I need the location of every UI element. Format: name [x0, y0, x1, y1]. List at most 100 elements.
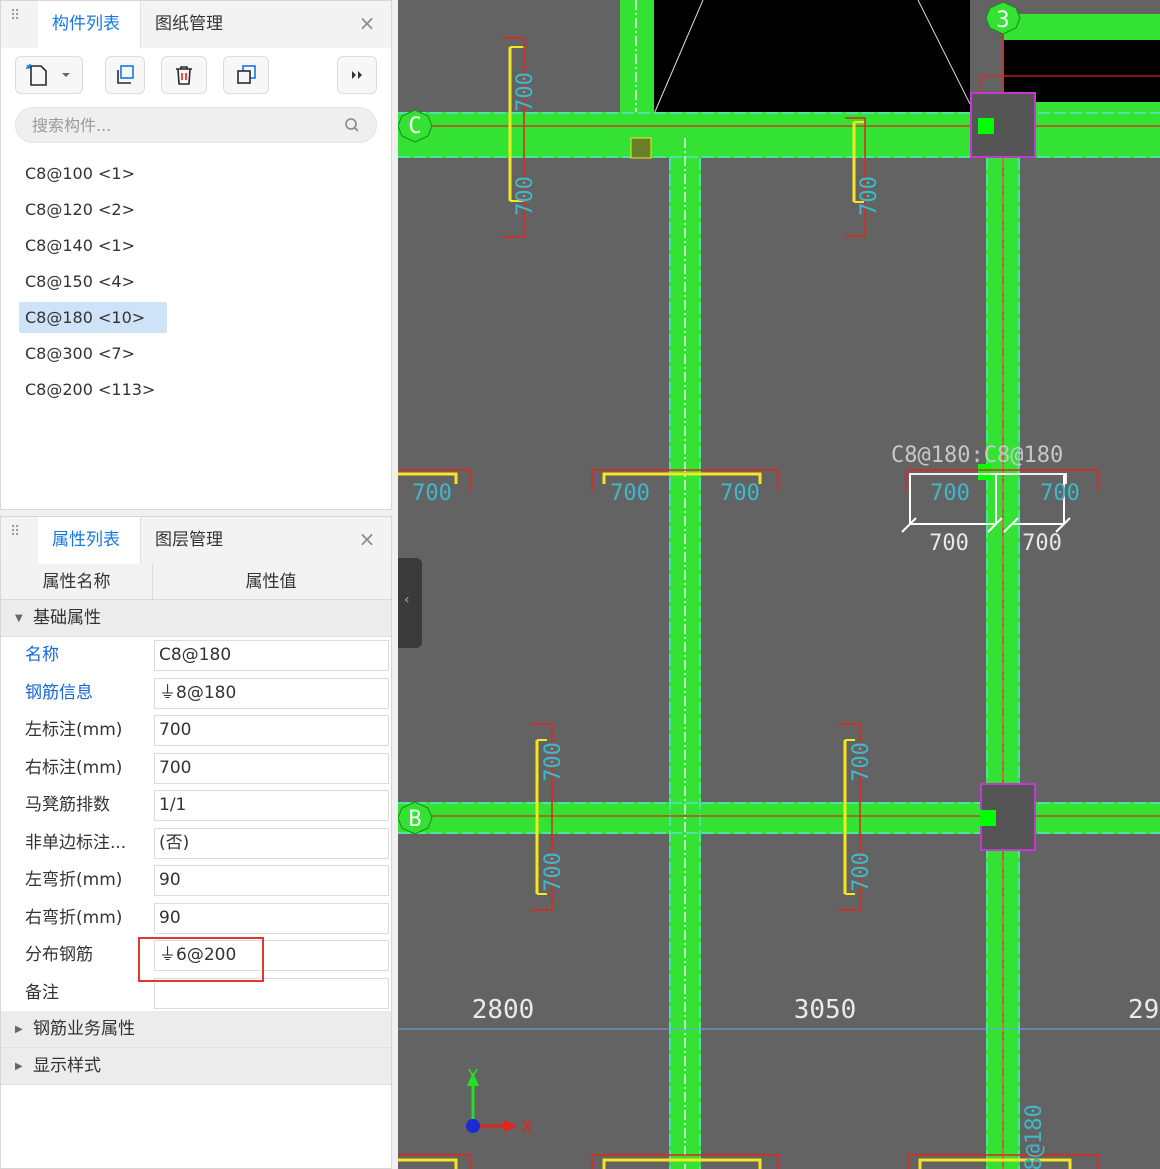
component-list: C8@100 <1> C8@120 <2> C8@140 <1> C8@150 <4>…: [19, 158, 379, 410]
group-display-style[interactable]: ▶ 显示样式: [1, 1048, 391, 1085]
group-label: 显示样式: [33, 1056, 101, 1076]
svg-text:700: 700: [412, 481, 452, 506]
drag-grip-icon[interactable]: ⠿: [10, 525, 20, 551]
svg-text:700: 700: [513, 176, 538, 216]
svg-text:700: 700: [513, 72, 538, 112]
tab-drawing-manage[interactable]: 图纸管理: [141, 1, 237, 48]
svg-text:700: 700: [1040, 481, 1080, 506]
new-component-button[interactable]: [15, 56, 83, 94]
group-label: 钢筋业务属性: [33, 1019, 135, 1039]
property-value-field[interactable]: ⏚8@180: [154, 677, 389, 709]
axis-label-c: C: [408, 114, 421, 139]
ucs-axis-icon: Y X: [466, 1066, 533, 1138]
property-name: 备注: [25, 982, 59, 1003]
header-property-value: 属性值: [245, 572, 297, 592]
property-value-field[interactable]: [154, 977, 389, 1009]
component-panel-tabs: ⠿ 构件列表 图纸管理 ×: [1, 1, 391, 49]
property-name: 钢筋信息: [25, 682, 93, 703]
svg-text:700: 700: [541, 852, 566, 892]
group-basic-properties[interactable]: ▼ 基础属性: [1, 600, 391, 637]
svg-text:700: 700: [849, 852, 874, 892]
grip-point[interactable]: [978, 118, 994, 134]
svg-text:3050: 3050: [794, 995, 857, 1025]
component-list-item[interactable]: C8@100 <1>: [19, 158, 167, 189]
property-name: 名称: [25, 645, 59, 665]
tab-component-list[interactable]: 构件列表: [38, 1, 134, 49]
header-property-name: 属性名称: [1, 564, 153, 600]
drag-grip-icon[interactable]: ⠿: [10, 9, 20, 35]
group-rebar-business[interactable]: ▶ 钢筋业务属性: [1, 1011, 391, 1048]
property-value-field[interactable]: 700: [154, 715, 389, 746]
property-value-field[interactable]: 90: [154, 865, 389, 896]
svg-text:700: 700: [1022, 531, 1062, 556]
copy-icon: [117, 65, 134, 84]
search-icon[interactable]: [344, 117, 360, 133]
component-list-item[interactable]: C8@200 <113>: [19, 374, 167, 405]
search-box: [15, 107, 377, 143]
new-file-icon: [26, 64, 70, 86]
svg-text:700: 700: [720, 481, 760, 506]
property-row: 马凳筋排数 1/1: [1, 787, 391, 825]
svg-text:700: 700: [541, 742, 566, 782]
axis-label-3: 3: [996, 8, 1009, 33]
property-row: 右标注(mm) 700: [1, 750, 391, 788]
svg-text:700: 700: [610, 481, 650, 506]
app-window: ⠿ 构件列表 图纸管理 × 搜索构件... C8@100 <1> C8@120 …: [0, 0, 1160, 1169]
close-icon[interactable]: ×: [357, 529, 377, 549]
property-row: 左弯折(mm) 90: [1, 862, 391, 900]
duplicate-button[interactable]: [223, 56, 269, 94]
tab-property-list[interactable]: 属性列表: [38, 517, 134, 565]
svg-text:2800: 2800: [472, 995, 535, 1025]
svg-text:290: 290: [1128, 995, 1160, 1025]
svg-text:C8@180: C8@180: [1022, 1104, 1047, 1169]
property-name: 右弯折(mm): [25, 907, 123, 928]
opening-area: [654, 0, 970, 114]
grid-dimensions: 2800 3050 290: [472, 995, 1160, 1025]
property-row: 名称 C8@180: [1, 637, 391, 675]
grip-point[interactable]: [980, 810, 996, 826]
svg-text:700: 700: [929, 531, 969, 556]
property-name: 非单边标注...: [25, 832, 127, 853]
property-name: 分布钢筋: [25, 945, 93, 965]
property-value-field[interactable]: 1/1: [154, 790, 389, 821]
copy-button[interactable]: [105, 56, 145, 94]
caret-right-icon: ▶: [15, 1024, 23, 1035]
component-toolbar: [15, 56, 377, 96]
collapse-panel-handle[interactable]: ‹: [398, 558, 422, 648]
property-list-panel: ⠿ 属性列表 图层管理 × 属性名称 属性值 ▼ 基础属性 名称 C8@180 钢筋…: [0, 516, 392, 1169]
svg-text:700: 700: [857, 176, 882, 216]
property-table-header: 属性名称 属性值: [1, 564, 391, 600]
group-label: 基础属性: [33, 608, 101, 628]
delete-button[interactable]: [161, 56, 207, 94]
trash-icon: [176, 66, 192, 85]
caret-down-icon: ▼: [15, 613, 23, 624]
component-list-item[interactable]: C8@140 <1>: [19, 230, 167, 261]
component-list-item[interactable]: C8@150 <4>: [19, 266, 167, 297]
search-input[interactable]: [32, 108, 332, 142]
property-value-field[interactable]: 700: [154, 752, 389, 784]
svg-text:700: 700: [930, 481, 970, 506]
more-button[interactable]: [337, 56, 377, 94]
small-marker: [630, 137, 652, 159]
property-panel-tabs: ⠿ 属性列表 图层管理 ×: [1, 517, 391, 565]
property-value-field[interactable]: (否): [154, 827, 389, 859]
property-value-field[interactable]: 90: [154, 902, 389, 934]
rebar-name-label: C8@180:C8@180: [891, 443, 1063, 468]
property-name: 马凳筋排数: [25, 795, 110, 815]
drawing-canvas[interactable]: C B 3 700 700 700 700 700 700 700 700 70…: [398, 0, 1160, 1169]
tab-layer-manage[interactable]: 图层管理: [141, 517, 237, 564]
property-row: 非单边标注... (否): [1, 825, 391, 863]
svg-text:700: 700: [849, 742, 874, 782]
close-icon[interactable]: ×: [357, 13, 377, 33]
property-value-field[interactable]: C8@180: [154, 640, 389, 671]
component-list-item[interactable]: C8@180 <10>: [19, 302, 167, 333]
layers-copy-icon: [237, 65, 256, 84]
component-list-panel: ⠿ 构件列表 图纸管理 × 搜索构件... C8@100 <1> C8@120 …: [0, 0, 392, 510]
property-row: 右弯折(mm) 90: [1, 900, 391, 938]
component-list-item[interactable]: C8@300 <7>: [19, 338, 167, 369]
component-list-item[interactable]: C8@120 <2>: [19, 194, 167, 225]
caret-right-icon: ▶: [15, 1061, 23, 1072]
axis-lines: [398, 0, 1160, 1169]
axis-x-label: X: [522, 1117, 533, 1138]
axis-label-b: B: [408, 807, 421, 832]
